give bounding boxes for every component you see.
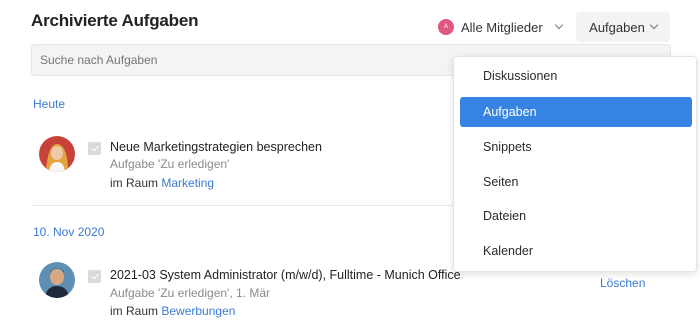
task-title: 2021-03 System Administrator (m/w/d), Fu… (110, 268, 461, 282)
menu-item-snippets[interactable]: Snippets (460, 132, 692, 162)
task-checkbox[interactable] (88, 270, 101, 283)
menu-item-files[interactable]: Dateien (460, 201, 692, 231)
menu-item-tasks[interactable]: Aufgaben (460, 97, 692, 127)
delete-button[interactable]: Löschen (600, 276, 645, 290)
group-header-date: 10. Nov 2020 (33, 225, 105, 239)
chevron-down-icon (649, 20, 659, 30)
task-room: im Raum Marketing (110, 176, 214, 190)
type-filter-dropdown[interactable]: Aufgaben (576, 12, 670, 42)
room-link[interactable]: Marketing (161, 176, 214, 190)
menu-item-calendar[interactable]: Kalender (460, 236, 692, 266)
member-avatar-icon: A (438, 19, 454, 35)
members-filter-dropdown[interactable]: A Alle Mitglieder (438, 13, 563, 41)
members-filter-label: Alle Mitglieder (461, 19, 543, 35)
avatar (39, 136, 75, 172)
room-prefix: im Raum (110, 176, 159, 190)
avatar (39, 262, 75, 298)
room-link[interactable]: Bewerbungen (161, 304, 235, 318)
task-title: Neue Marketingstrategien besprechen (110, 140, 322, 154)
list-item: 2021-03 System Administrator (m/w/d), Fu… (31, 262, 671, 332)
type-filter-menu: Diskussionen Aufgaben Snippets Seiten Da… (453, 56, 697, 272)
task-room: im Raum Bewerbungen (110, 304, 235, 318)
task-checkbox[interactable] (88, 142, 101, 155)
menu-item-discussions[interactable]: Diskussionen (460, 61, 692, 91)
chevron-down-icon (554, 20, 563, 30)
group-header-today: Heute (33, 97, 66, 111)
menu-item-pages[interactable]: Seiten (460, 167, 692, 197)
page-title: Archivierte Aufgaben (31, 11, 199, 30)
room-prefix: im Raum (110, 304, 159, 318)
task-subtitle: Aufgabe 'Zu erledigen', 1. Mär (110, 286, 271, 300)
task-subtitle: Aufgabe 'Zu erledigen' (110, 157, 230, 171)
type-filter-label: Aufgaben (589, 19, 645, 35)
